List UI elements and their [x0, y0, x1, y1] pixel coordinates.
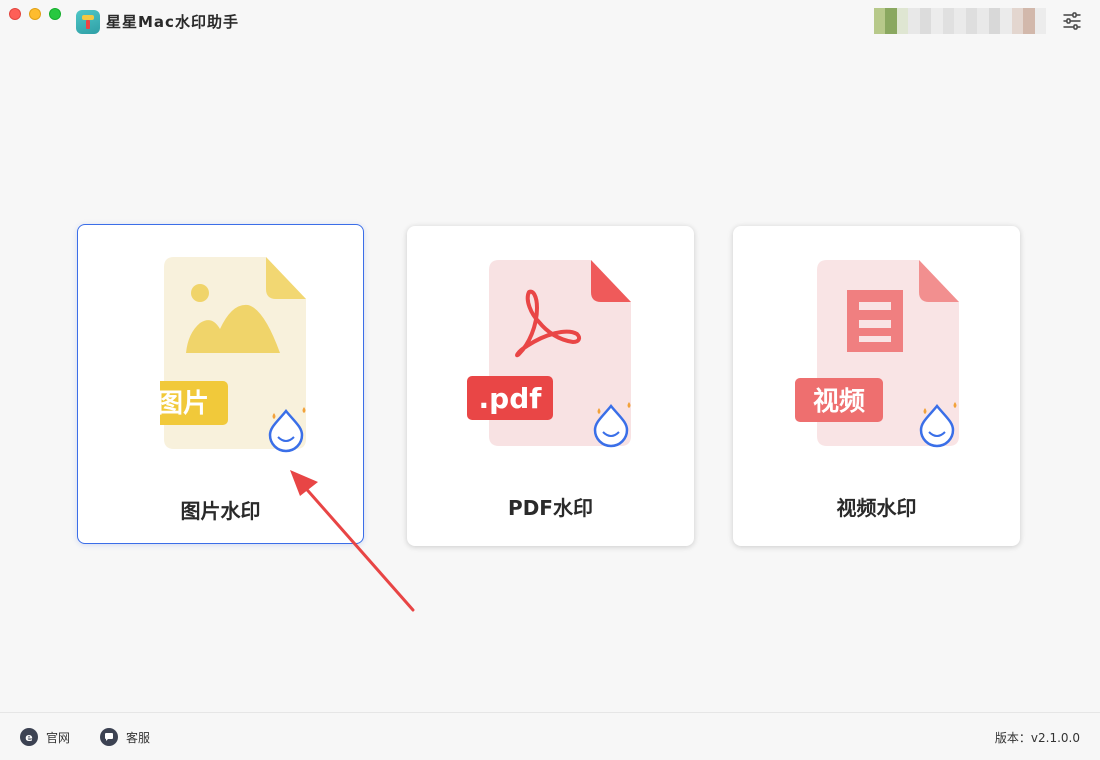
pdf-file-icon: .pdf	[467, 260, 631, 448]
website-link[interactable]: e 官网	[20, 728, 70, 746]
maximize-window-button[interactable]	[49, 8, 61, 20]
image-badge-text: 图片	[160, 389, 209, 419]
browser-e-icon: e	[20, 728, 38, 746]
support-label: 客服	[126, 730, 151, 745]
chat-bubble-icon	[100, 728, 118, 746]
pdf-badge-text: .pdf	[479, 382, 543, 415]
app-window: 星星Mac水印助手 图片 图片水印 .pdf PDF水印 视频 视频水印 e 官…	[0, 0, 1100, 760]
video-file-icon: 视频	[795, 260, 959, 448]
sliders-icon[interactable]	[1062, 11, 1082, 31]
support-link[interactable]: 客服	[100, 728, 150, 746]
video-watermark-label: 视频水印	[836, 496, 917, 520]
video-badge-text: 视频	[813, 387, 865, 417]
pdf-watermark-card[interactable]: .pdf PDF水印	[407, 226, 694, 546]
title-bar: 星星Mac水印助手	[0, 0, 1100, 44]
image-watermark-card[interactable]: 图片 图片水印	[77, 224, 364, 544]
app-title: 星星Mac水印助手	[106, 13, 239, 31]
version-label: 版本：v2.1.0.0	[994, 731, 1080, 745]
footer-bar: e 官网 客服 版本：v2.1.0.0	[0, 712, 1100, 760]
pdf-watermark-label: PDF水印	[508, 496, 593, 520]
app-logo-icon	[76, 10, 100, 34]
video-watermark-card[interactable]: 视频 视频水印	[733, 226, 1020, 546]
user-account-avatar[interactable]	[874, 8, 1047, 34]
image-watermark-label: 图片水印	[180, 499, 261, 523]
website-label: 官网	[46, 730, 71, 745]
close-window-button[interactable]	[9, 8, 21, 20]
image-file-icon: 图片	[160, 257, 306, 453]
minimize-window-button[interactable]	[29, 8, 41, 20]
